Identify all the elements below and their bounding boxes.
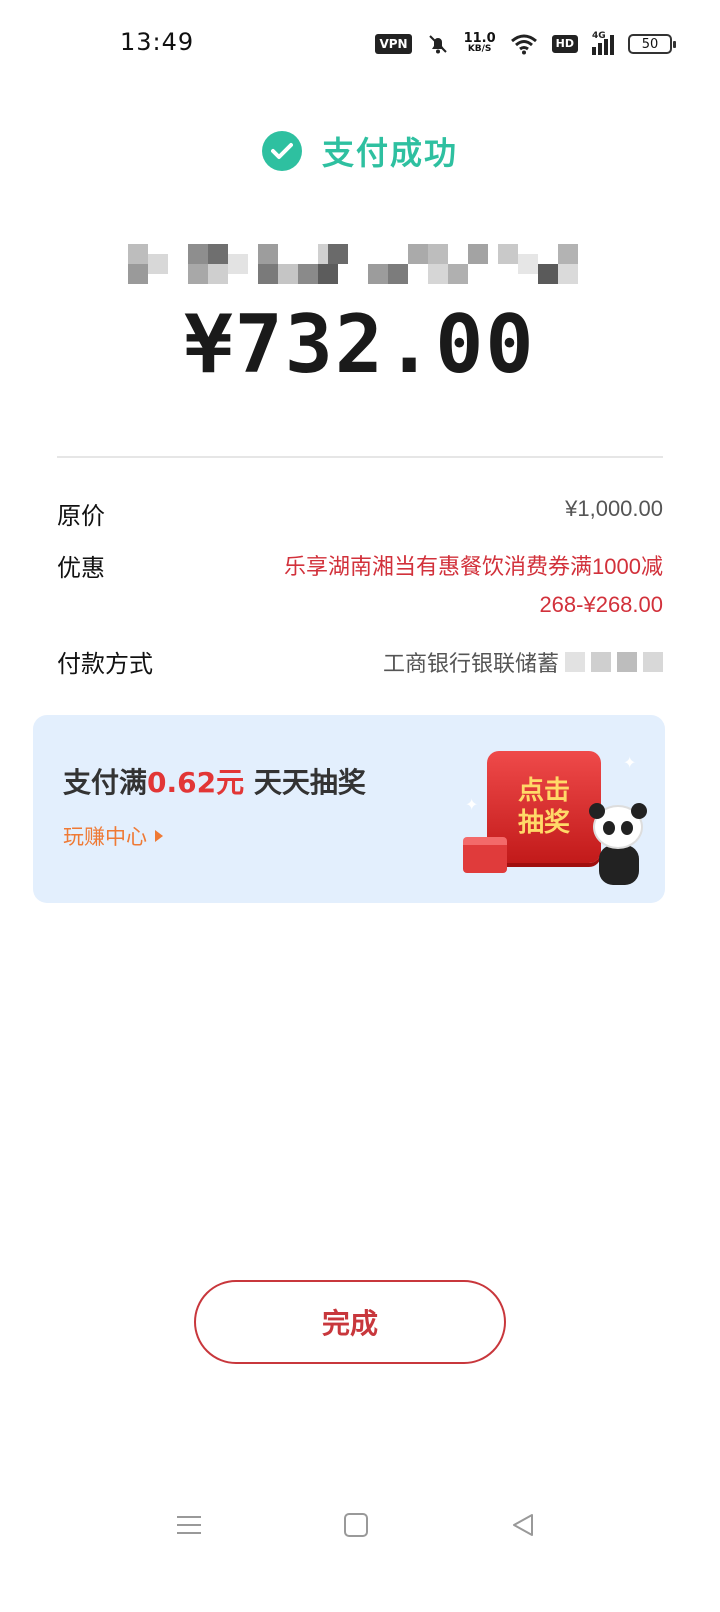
original-price-row: 原价 ¥1,000.00	[57, 496, 663, 531]
discount-label: 优惠	[57, 555, 105, 582]
payment-method-value: 工商银行银联储蓄	[382, 650, 559, 676]
payment-method-row: 付款方式 工商银行银联储蓄	[57, 644, 663, 679]
battery-icon: 50	[628, 34, 676, 54]
panda-mascot-icon	[589, 803, 647, 887]
payment-amount: ¥732.00	[184, 298, 536, 391]
payment-method-value-wrap: 工商银行银联储蓄	[383, 644, 663, 679]
network-speed-unit: KB/S	[467, 44, 492, 54]
draw-lottery-line1: 点击	[517, 776, 570, 806]
card-number-redacted	[565, 651, 663, 672]
home-square-icon[interactable]	[341, 1510, 371, 1540]
play-earn-center-link[interactable]: 玩赚中心	[63, 821, 163, 851]
payment-method-label: 付款方式	[57, 651, 153, 678]
signal-icon: 4G	[592, 31, 614, 55]
sparkle-icon: ✦	[465, 795, 479, 814]
chevron-right-icon	[155, 830, 163, 842]
play-earn-center-label: 玩赚中心	[63, 825, 147, 849]
system-nav-bar	[0, 1500, 720, 1560]
network-speed-value: 11.0	[463, 31, 496, 46]
discount-row: 优惠 乐享湖南湘当有惠餐饮消费券满1000减268-¥268.00	[57, 548, 663, 624]
banner-title-suffix: 天天抽奖	[244, 766, 366, 799]
check-circle-icon	[261, 131, 302, 171]
sparkle-icon: ✦	[623, 753, 637, 772]
back-triangle-icon[interactable]	[508, 1510, 538, 1540]
original-price-value: ¥1,000.00	[565, 496, 663, 521]
payment-success-header: 支付成功	[0, 128, 720, 174]
network-type: 4G	[592, 31, 606, 41]
gift-box-icon	[463, 837, 507, 873]
original-price-label: 原价	[57, 503, 105, 530]
vpn-icon: VPN	[375, 34, 412, 54]
network-speed: 11.0 KB/S	[463, 31, 496, 55]
divider	[57, 456, 663, 458]
wifi-icon	[510, 34, 537, 55]
finish-button[interactable]: 完成	[194, 1280, 506, 1364]
hd-icon: HD	[551, 35, 578, 53]
menu-icon[interactable]	[174, 1510, 204, 1540]
merchant-name-redacted	[128, 244, 578, 284]
status-bar: 13:49 VPN 11.0 KB/S HD 4G 50	[0, 0, 720, 88]
status-icons: VPN 11.0 KB/S HD 4G 50	[375, 30, 676, 58]
lottery-banner[interactable]: 支付满0.62元 天天抽奖 玩赚中心 ✦ ✦ 点击 抽奖	[33, 715, 665, 903]
discount-value: 乐享湖南湘当有惠餐饮消费券满1000减268-¥268.00	[284, 554, 663, 617]
status-time: 13:49	[120, 28, 195, 56]
lottery-banner-title: 支付满0.62元 天天抽奖	[63, 761, 366, 801]
banner-title-prefix: 支付满	[63, 766, 148, 799]
draw-lottery-line2: 抽奖	[517, 808, 570, 838]
payment-success-title: 支付成功	[321, 134, 458, 172]
banner-title-amount: 0.62元	[147, 766, 245, 799]
battery-level: 50	[641, 36, 659, 52]
bell-muted-icon	[428, 35, 447, 54]
